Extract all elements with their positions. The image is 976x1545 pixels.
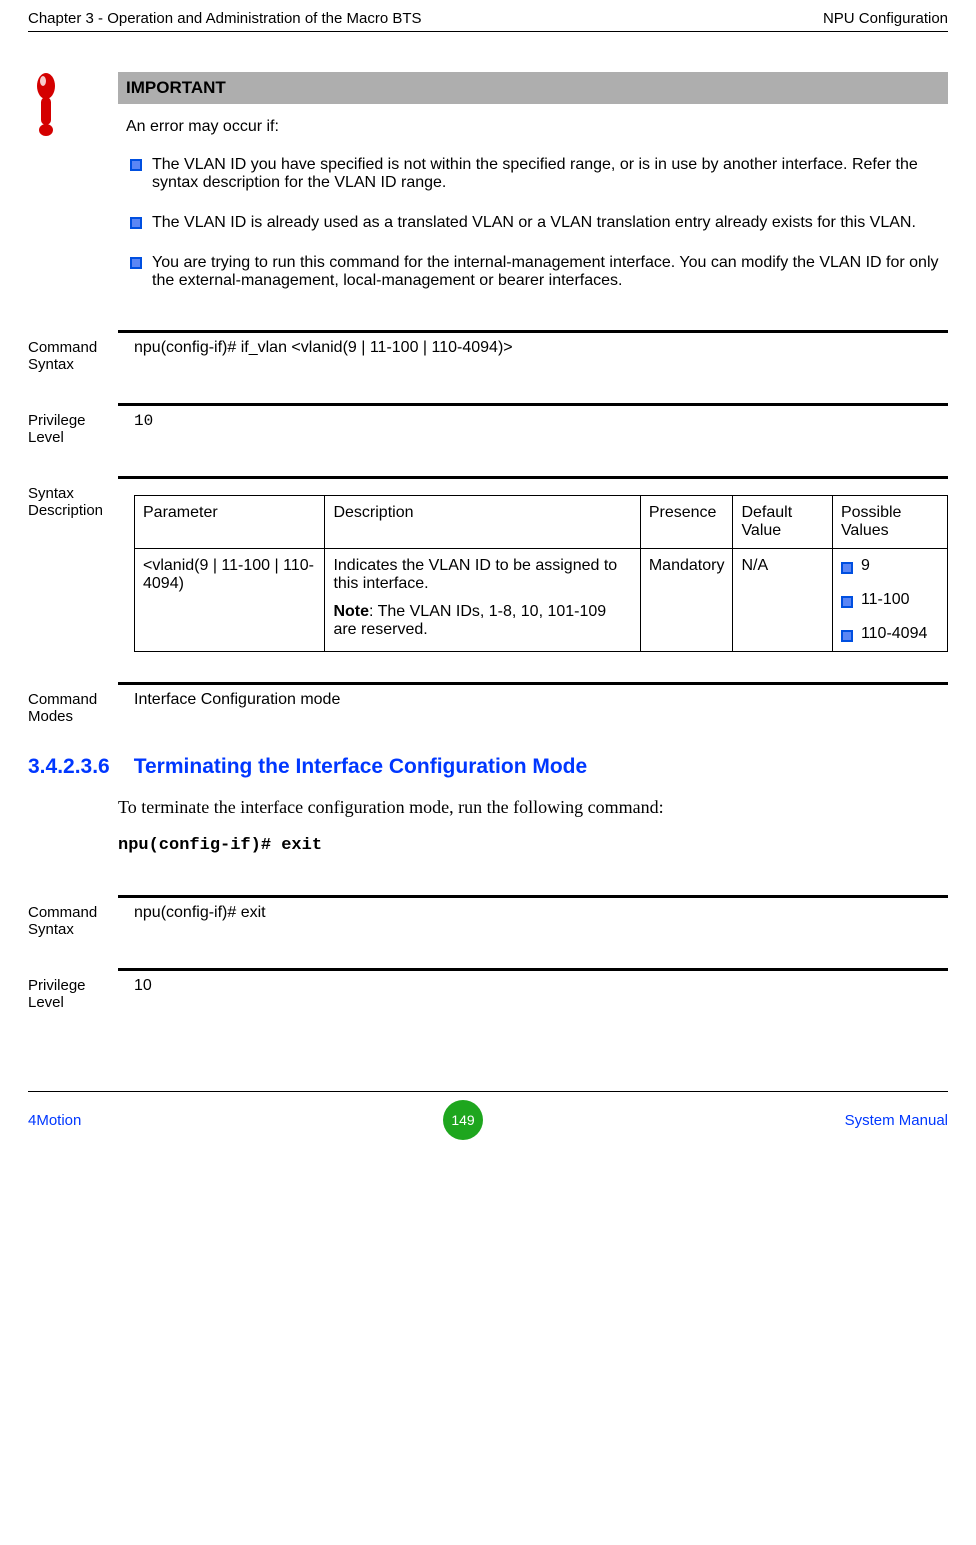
td-possible: 9 11-100 110-4094 xyxy=(832,549,947,652)
bullet-text: You are trying to run this command for t… xyxy=(152,254,940,290)
important-title: IMPORTANT xyxy=(118,72,948,104)
possible-value-item: 11-100 xyxy=(841,591,939,609)
def-value-command-modes: Interface Configuration mode xyxy=(134,691,948,725)
td-parameter: <vlanid(9 | 11-100 | 110-4094) xyxy=(135,549,325,652)
bullet-text: The VLAN ID is already used as a transla… xyxy=(152,214,940,232)
td-desc-note: Note: The VLAN IDs, 1-8, 10, 101-109 are… xyxy=(333,603,631,639)
td-presence: Mandatory xyxy=(640,549,733,652)
command-syntax-section: Command Syntax npu(config-if)# if_vlan <… xyxy=(118,330,948,373)
page-header: Chapter 3 - Operation and Administration… xyxy=(28,10,948,32)
header-right: NPU Configuration xyxy=(823,10,948,27)
command-modes-section: Command Modes Interface Configuration mo… xyxy=(118,682,948,725)
th-parameter: Parameter xyxy=(135,496,325,549)
footer-right: System Manual xyxy=(845,1112,948,1129)
possible-value-text: 11-100 xyxy=(861,591,910,609)
def-value-privilege: 10 xyxy=(134,977,948,1011)
square-bullet-icon xyxy=(130,257,142,269)
th-presence: Presence xyxy=(640,496,733,549)
def-label-syntax-description: Syntax Description xyxy=(28,485,122,652)
th-possible: Possible Values xyxy=(832,496,947,549)
square-bullet-icon xyxy=(841,630,853,642)
header-left: Chapter 3 - Operation and Administration… xyxy=(28,10,422,27)
bullet-text: The VLAN ID you have specified is not wi… xyxy=(152,156,940,192)
privilege-level-section: Privilege Level 10 xyxy=(118,403,948,446)
def-label-command-syntax: Command Syntax xyxy=(28,339,122,373)
table-header-row: Parameter Description Presence Default V… xyxy=(135,496,948,549)
section-paragraph: To terminate the interface configuration… xyxy=(118,797,948,818)
square-bullet-icon xyxy=(130,159,142,171)
table-row: <vlanid(9 | 11-100 | 110-4094) Indicates… xyxy=(135,549,948,652)
command-example: npu(config-if)# exit xyxy=(118,836,948,855)
important-intro: An error may occur if: xyxy=(126,118,940,136)
td-default: N/A xyxy=(733,549,833,652)
privilege-level-section: Privilege Level 10 xyxy=(118,968,948,1011)
section-title: Terminating the Interface Configuration … xyxy=(134,755,587,779)
def-label-command-syntax: Command Syntax xyxy=(28,904,122,938)
note-label: Note xyxy=(333,603,369,620)
important-bullet: You are trying to run this command for t… xyxy=(126,254,940,290)
important-icon xyxy=(32,72,60,140)
section-heading: 3.4.2.3.6 Terminating the Interface Conf… xyxy=(28,755,948,779)
def-label-privilege: Privilege Level xyxy=(28,412,122,446)
command-syntax-section: Command Syntax npu(config-if)# exit xyxy=(118,895,948,938)
note-text: : The VLAN IDs, 1-8, 10, 101-109 are res… xyxy=(333,603,606,638)
th-default: Default Value xyxy=(733,496,833,549)
def-value-privilege: 10 xyxy=(134,412,948,446)
td-desc-main: Indicates the VLAN ID to be assigned to … xyxy=(333,557,631,593)
possible-value-item: 9 xyxy=(841,557,939,575)
possible-value-text: 9 xyxy=(861,557,870,575)
def-value-command-syntax: npu(config-if)# exit xyxy=(134,904,948,938)
possible-value-item: 110-4094 xyxy=(841,625,939,643)
footer-left: 4Motion xyxy=(28,1112,81,1129)
square-bullet-icon xyxy=(841,596,853,608)
page-footer: 4Motion 149 System Manual xyxy=(28,1091,948,1140)
def-value-command-syntax: npu(config-if)# if_vlan <vlanid(9 | 11-1… xyxy=(134,339,948,373)
page-number-badge: 149 xyxy=(443,1100,483,1140)
important-block: IMPORTANT An error may occur if: The VLA… xyxy=(118,72,948,290)
square-bullet-icon xyxy=(130,217,142,229)
syntax-description-section: Syntax Description Parameter Description… xyxy=(118,476,948,652)
important-body: An error may occur if: The VLAN ID you h… xyxy=(118,118,948,290)
th-description: Description xyxy=(325,496,640,549)
possible-value-text: 110-4094 xyxy=(861,625,927,643)
parameter-table: Parameter Description Presence Default V… xyxy=(134,495,948,652)
def-label-command-modes: Command Modes xyxy=(28,691,122,725)
syntax-description-table-wrapper: Parameter Description Presence Default V… xyxy=(134,485,948,652)
square-bullet-icon xyxy=(841,562,853,574)
important-bullet: The VLAN ID is already used as a transla… xyxy=(126,214,940,232)
important-bullet: The VLAN ID you have specified is not wi… xyxy=(126,156,940,192)
def-label-privilege: Privilege Level xyxy=(28,977,122,1011)
content-area: IMPORTANT An error may occur if: The VLA… xyxy=(118,72,948,1011)
section-number: 3.4.2.3.6 xyxy=(28,755,110,779)
td-description: Indicates the VLAN ID to be assigned to … xyxy=(325,549,640,652)
